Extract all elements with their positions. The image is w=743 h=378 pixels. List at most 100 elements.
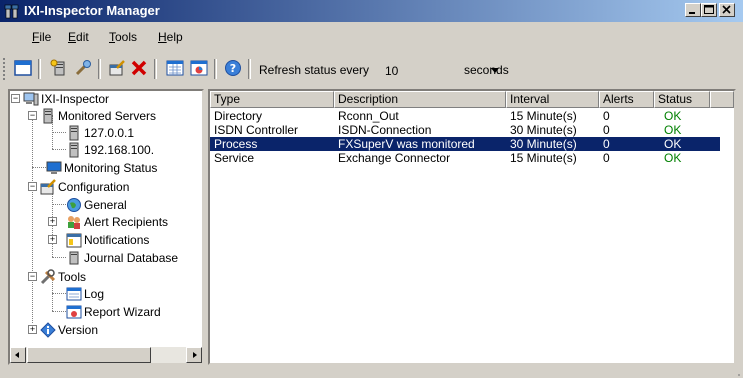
table-row[interactable]: ISDN Controller ISDN-Connection 30 Minut… — [210, 123, 734, 137]
column-header-filler — [710, 91, 734, 108]
tree-label: IXI-Inspector — [41, 92, 110, 106]
collapse-toggle[interactable]: − — [28, 111, 37, 120]
refresh-interval-value: 10 — [385, 64, 399, 78]
tools-icon — [40, 269, 56, 285]
table-row[interactable]: Service Exchange Connector 15 Minute(s) … — [210, 151, 734, 165]
maximize-button[interactable] — [701, 3, 717, 17]
status-bar — [0, 368, 743, 378]
resize-grip-icon[interactable] — [733, 369, 741, 377]
tree-label: Version — [58, 323, 99, 337]
tree-label: Configuration — [58, 180, 130, 194]
tree-line — [52, 311, 66, 312]
refresh-label: Refresh status every — [259, 63, 370, 77]
column-header-interval[interactable]: Interval — [506, 91, 599, 108]
help-icon[interactable]: ? — [224, 59, 242, 77]
server-icon — [43, 108, 53, 124]
expand-toggle[interactable]: + — [48, 217, 57, 226]
configuration-icon — [40, 179, 56, 195]
column-header-description[interactable]: Description — [334, 91, 506, 108]
cell-status: OK — [664, 123, 682, 137]
tree-label: Report Wizard — [84, 305, 161, 319]
scroll-right-button[interactable] — [186, 347, 202, 363]
globe-icon — [67, 198, 81, 212]
window-icon[interactable] — [14, 59, 32, 77]
cell-alerts: 0 — [603, 137, 610, 151]
table-row-selected[interactable]: Process FXSuperV was monitored 30 Minute… — [210, 137, 720, 151]
log-icon — [66, 287, 82, 301]
minimize-button[interactable] — [685, 3, 701, 17]
tree-line — [52, 204, 66, 205]
report-icon — [66, 305, 82, 319]
info-icon — [40, 322, 56, 338]
window-title: IXI-Inspector Manager — [24, 3, 160, 18]
cell-status: OK — [664, 137, 682, 151]
properties-icon[interactable] — [74, 59, 92, 77]
tree-label: Log — [84, 287, 105, 301]
menu-edit[interactable]: Edit — [68, 30, 89, 44]
scroll-left-button[interactable] — [10, 347, 26, 363]
cell-description: Rconn_Out — [338, 109, 399, 123]
table-row[interactable]: Directory Rconn_Out 15 Minute(s) 0 OK — [210, 109, 734, 123]
refresh-unit-label: seconds — [464, 63, 509, 77]
tree-label: 127.0.0.1 — [84, 126, 135, 140]
log-icon[interactable] — [166, 59, 184, 77]
tree-line — [32, 115, 33, 323]
menu-file[interactable]: File — [32, 30, 51, 44]
column-header-status[interactable]: Status — [654, 91, 710, 108]
cell-interval: 15 Minute(s) — [510, 151, 577, 165]
arrow-left-icon — [15, 352, 19, 358]
database-icon — [69, 251, 79, 265]
users-icon — [68, 216, 80, 229]
expand-toggle[interactable]: + — [28, 325, 37, 334]
horizontal-scrollbar[interactable] — [10, 347, 202, 363]
cell-alerts: 0 — [603, 123, 610, 137]
toolbar-separator — [248, 59, 251, 79]
minimize-icon — [689, 12, 695, 14]
menu-tools[interactable]: Tools — [109, 30, 137, 44]
menu-help[interactable]: Help — [158, 30, 183, 44]
cell-interval: 30 Minute(s) — [510, 137, 577, 151]
expand-toggle[interactable]: + — [48, 235, 57, 244]
maximize-icon — [704, 5, 714, 14]
column-header-type[interactable]: Type — [210, 91, 334, 108]
tree-label: 192.168.100. — [84, 143, 155, 157]
close-icon — [722, 5, 731, 14]
cell-status: OK — [664, 109, 682, 123]
delete-icon[interactable] — [130, 59, 148, 77]
tree-label: Monitoring Status — [64, 161, 158, 175]
cell-type: ISDN Controller — [214, 123, 299, 137]
cell-type: Process — [214, 137, 258, 151]
svg-text:?: ? — [230, 62, 236, 75]
tree-label: Tools — [58, 270, 87, 284]
scroll-thumb[interactable] — [27, 347, 151, 363]
cell-type: Service — [214, 151, 255, 165]
collapse-toggle[interactable]: − — [28, 182, 37, 191]
toolbar-separator — [214, 59, 217, 79]
close-button[interactable] — [719, 3, 735, 17]
cell-type: Directory — [214, 109, 263, 123]
arrow-right-icon — [193, 352, 197, 358]
cell-status: OK — [664, 151, 682, 165]
cell-alerts: 0 — [603, 151, 610, 165]
cell-description: Exchange Connector — [338, 151, 451, 165]
toolbar-separator — [154, 59, 157, 79]
tree-label: Notifications — [84, 233, 150, 247]
navigation-tree[interactable]: − IXI-Inspector − Monitored Servers 127.… — [8, 89, 204, 365]
column-header-alerts[interactable]: Alerts — [599, 91, 654, 108]
report-icon[interactable] — [190, 59, 208, 77]
collapse-toggle[interactable]: − — [11, 94, 20, 103]
tree-label: Monitored Servers — [58, 109, 157, 123]
calendar-icon — [66, 233, 82, 248]
monitor-icon — [46, 161, 62, 174]
tree-label: General — [84, 198, 127, 212]
collapse-toggle[interactable]: − — [28, 272, 37, 281]
tree-line — [52, 257, 66, 258]
add-server-icon[interactable] — [50, 59, 68, 77]
tree-label: Journal Database — [84, 251, 179, 265]
edit-icon[interactable] — [108, 59, 126, 77]
monitor-list[interactable]: Type Description Interval Alerts Status … — [208, 89, 736, 365]
toolbar-grip[interactable] — [3, 58, 8, 80]
toolbar-separator — [98, 59, 101, 79]
tree-line — [52, 293, 66, 294]
tree-line — [32, 167, 46, 168]
